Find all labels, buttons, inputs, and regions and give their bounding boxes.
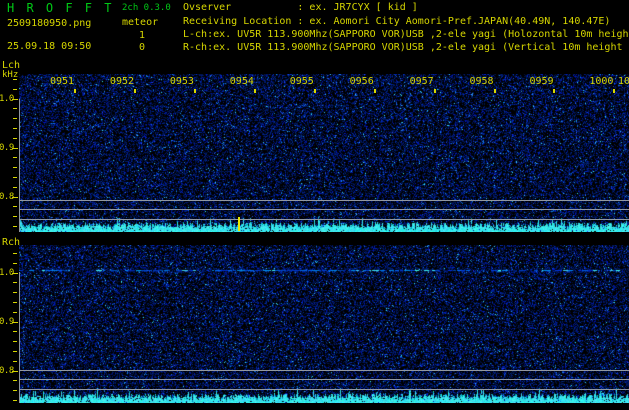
frequency-tick-label: 1.0 [0, 94, 14, 104]
time-tick-mark [253, 89, 256, 93]
time-tick-mark [373, 89, 376, 93]
time-tick-mark [613, 89, 616, 93]
minor-frequency-tick [13, 216, 17, 217]
time-tick-label: 0954 [229, 76, 254, 87]
minor-frequency-tick [13, 302, 17, 303]
meteor-echo-marker [238, 217, 240, 231]
minor-frequency-tick [13, 282, 17, 283]
minor-frequency-tick [13, 157, 17, 158]
frequency-tick-label: 0.9 [0, 143, 14, 153]
output-filename: 2509180950.png [7, 18, 92, 29]
signal-level-reference-line [19, 200, 629, 201]
time-tick-mark [193, 89, 196, 93]
time-tick-label: 0951 [50, 76, 75, 87]
plot-left-border [19, 99, 20, 232]
minor-frequency-tick [13, 118, 17, 119]
lch-spectrogram: 0951 0952 0953 0954 0955 0956 0957 0958 0959 1000… [19, 74, 629, 232]
rch-axis-title: Rch [2, 237, 21, 248]
minor-frequency-tick [13, 128, 17, 129]
app-title: H R O F F T [7, 1, 114, 15]
observation-datetime: 25.09.18 09:50 [7, 41, 92, 52]
meteor-count-rch: 0 [138, 42, 146, 53]
minor-frequency-tick [13, 206, 17, 207]
signal-level-reference-line [19, 389, 629, 390]
minor-frequency-tick [13, 108, 17, 109]
frequency-tick-label: 1.0 [0, 268, 14, 278]
minor-frequency-tick [13, 351, 17, 352]
minor-frequency-tick [13, 331, 17, 332]
receiving-location-info: Receiving Location : ex. Aomori City Aom… [183, 16, 611, 27]
minor-frequency-tick [13, 187, 17, 188]
time-tick-label: 0959 [529, 76, 554, 87]
minor-frequency-tick [13, 79, 17, 80]
minor-frequency-tick [13, 138, 17, 139]
signal-level-reference-line [19, 219, 629, 220]
minor-frequency-tick [13, 253, 17, 254]
time-tick-label-partial: 10 [618, 76, 629, 87]
lch-receiver-info: L-ch:ex. UV5R 113.900Mhz(SAPPORO VOR)USB… [183, 29, 629, 40]
time-tick-mark [493, 89, 496, 93]
minor-frequency-tick [13, 400, 17, 401]
minor-frequency-tick [13, 89, 17, 90]
time-tick-label: 1000 [589, 76, 614, 87]
time-tick-label: 0955 [289, 76, 314, 87]
minor-frequency-tick [13, 177, 17, 178]
time-tick-mark [553, 89, 556, 93]
minor-frequency-tick [13, 390, 17, 391]
signal-level-reference-line [19, 370, 629, 371]
meteor-count-label: meteor [122, 17, 159, 28]
signal-level-reference-line [19, 379, 629, 380]
signal-level-reference-line [19, 209, 629, 210]
time-tick-label: 0958 [469, 76, 494, 87]
minor-frequency-tick [13, 361, 17, 362]
minor-frequency-tick [13, 292, 17, 293]
frequency-tick-label: 0.8 [0, 192, 14, 202]
minor-frequency-tick [13, 167, 17, 168]
meteor-count-lch: 1 [138, 30, 146, 41]
app-version: 2ch 0.3.0 [122, 3, 171, 13]
observer-info: Ovserver : ex. JR7CYX [ kid ] [183, 2, 418, 13]
time-tick-mark [433, 89, 436, 93]
rch-spectrogram [19, 245, 629, 403]
time-tick-label: 0957 [409, 76, 434, 87]
frequency-tick-label: 0.9 [0, 317, 14, 327]
hrofft-output-screen: H R O F F T 2ch 0.3.0 2509180950.png met… [0, 0, 629, 410]
minor-frequency-tick [13, 263, 17, 264]
minor-frequency-tick [13, 226, 17, 227]
time-tick-label: 0953 [169, 76, 194, 87]
minor-frequency-tick [13, 341, 17, 342]
minor-frequency-tick [13, 312, 17, 313]
time-tick-mark [74, 89, 76, 93]
frequency-tick-label: 0.8 [0, 366, 14, 376]
minor-frequency-tick [13, 380, 17, 381]
time-tick-label: 0952 [109, 76, 135, 87]
time-tick-mark [313, 89, 316, 93]
time-tick-label: 0956 [349, 76, 374, 87]
plot-left-border [19, 272, 20, 403]
time-tick-mark [133, 89, 136, 93]
rch-receiver-info: R-ch:ex. UV5R 113.900Mhz(SAPPORO VOR)USB… [183, 42, 629, 53]
